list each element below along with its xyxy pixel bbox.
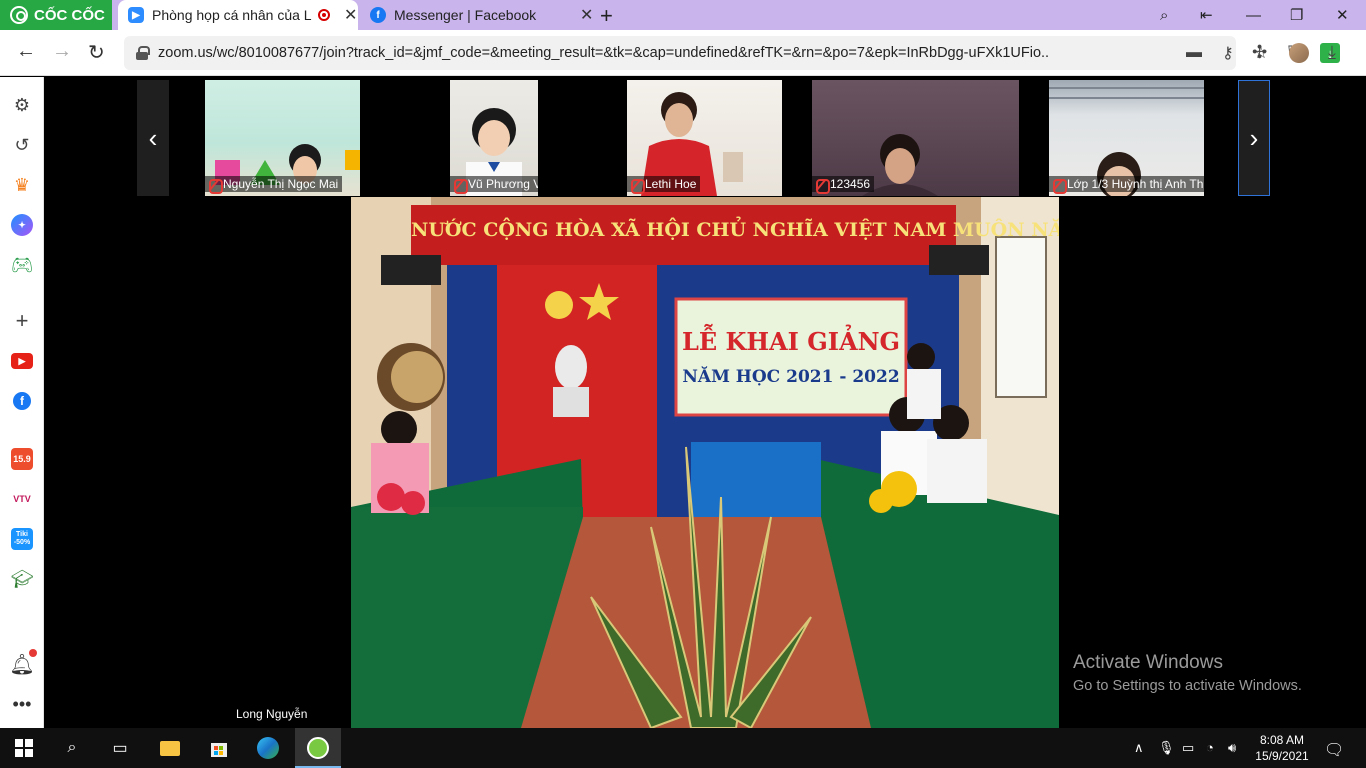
participant-tile[interactable]: Lethi Hoe: [627, 80, 782, 196]
camera-icon[interactable]: ▬: [1186, 44, 1202, 62]
participant-name: Lethi Hoe: [627, 176, 701, 194]
vtv-icon[interactable]: VTV: [11, 488, 33, 510]
search-icon[interactable]: ⌕: [60, 736, 84, 760]
address-bar-row: ← → ↻ zoom.us/wc/8010087677/join?track_i…: [0, 30, 1366, 76]
browser-sidebar: ⚙ ↺ ♛ ✦ 🎮︎ + ▶ f 15.9 VTV Tiki -50% 🎓︎ 🔔…: [0, 77, 44, 728]
close-window-button[interactable]: ✕: [1336, 0, 1349, 30]
task-view-icon[interactable]: ▭: [108, 736, 132, 760]
coccoc-logo-icon: [10, 6, 28, 24]
coccoc-icon[interactable]: [306, 736, 330, 760]
speaker-video[interactable]: NƯỚC CỘNG HÒA XÃ HỘI CHỦ NGHĨA VIỆT NAM …: [351, 197, 1059, 728]
more-icon[interactable]: •••: [11, 693, 33, 715]
profile-avatar[interactable]: [1289, 43, 1309, 63]
tab-title: Phòng họp cá nhân của L: [152, 7, 312, 23]
settings-icon[interactable]: ⚙: [11, 94, 33, 116]
bell-icon[interactable]: 🔔︎: [9, 653, 34, 676]
edge-icon[interactable]: [256, 736, 280, 760]
windows-taskbar: ⌕ ▭ ∧ 🎙︎ ▭ ◔ 🔊︎ 8:08 AM 15/9/2021 🗨︎: [0, 728, 1366, 768]
downloads-icon[interactable]: ⤓: [1328, 42, 1336, 63]
battery-icon[interactable]: ▭: [1182, 740, 1194, 756]
brand-label: CỐC CỐC: [34, 6, 105, 24]
microphone-icon[interactable]: 🎙︎: [1158, 740, 1175, 756]
clock-time: 8:08 AM: [1259, 733, 1305, 747]
zoom-icon: ▶: [128, 7, 144, 23]
previous-participants-button[interactable]: ‹: [137, 80, 169, 196]
facebook-icon: f: [370, 7, 386, 23]
back-button[interactable]: ←: [16, 40, 36, 63]
watermark-title: Activate Windows: [1073, 652, 1223, 673]
tab-search-icon[interactable]: ⌕: [1160, 0, 1168, 30]
backdrop-subtitle: NĂM HỌC 2021 - 2022: [682, 367, 900, 387]
reload-button[interactable]: ↻: [88, 40, 105, 65]
close-tab-button[interactable]: ✕: [580, 5, 593, 25]
speaker-name-label: Long Nguyễn: [230, 705, 314, 723]
tab-title: Messenger | Facebook: [394, 7, 537, 23]
banner-text: NƯỚC CỘNG HÒA XÃ HỘI CHỦ NGHĨA VIỆT NAM …: [411, 219, 1059, 241]
forward-button[interactable]: →: [52, 40, 72, 63]
participant-tile[interactable]: Lớp 1/3 Huỳnh thị Anh Thư: [1049, 80, 1204, 196]
speaker-video-scene: [351, 197, 1059, 728]
participant-name: Lớp 1/3 Huỳnh thị Anh Thư: [1049, 176, 1204, 194]
wifi-icon[interactable]: ◔: [1206, 740, 1214, 755]
watermark-subtitle: Go to Settings to activate Windows.: [1073, 678, 1302, 694]
volume-icon[interactable]: 🔊︎: [1228, 740, 1236, 756]
windows-start-icon[interactable]: [12, 736, 36, 760]
notifications-icon[interactable]: 🗨︎: [1324, 740, 1344, 760]
history-icon[interactable]: ↺: [11, 134, 33, 156]
youtube-icon[interactable]: ▶: [11, 350, 33, 372]
url-text: zoom.us/wc/8010087677/join?track_id=&jmf…: [158, 45, 1048, 61]
notification-dot: [29, 649, 37, 657]
participant-tile[interactable]: Vũ Phương Vy 4/4: [450, 80, 538, 196]
hat-icon[interactable]: 🎓︎: [11, 568, 34, 590]
browser-tab-bar: CỐC CỐC ▶ Phòng họp cá nhân của L ✕ f Me…: [0, 0, 1366, 30]
tab-messenger[interactable]: f Messenger | Facebook ✕: [360, 0, 598, 30]
activate-windows-watermark: Activate Windows Go to Settings to activ…: [1073, 652, 1302, 694]
crown-icon[interactable]: ♛: [11, 174, 33, 196]
clock-date: 15/9/2021: [1255, 749, 1309, 763]
extensions-icon[interactable]: ✣: [1252, 42, 1267, 63]
shopee-icon[interactable]: 15.9: [11, 448, 33, 470]
participant-name: Nguyễn Thị Ngọc Mai: [205, 176, 343, 194]
game-icon[interactable]: 🎮︎: [11, 254, 34, 276]
messenger-icon[interactable]: ✦: [11, 214, 33, 236]
participant-tile[interactable]: 123456: [812, 80, 1019, 196]
key-icon[interactable]: ⚷: [1222, 43, 1234, 63]
store-icon[interactable]: [207, 736, 231, 760]
coccoc-logo[interactable]: CỐC CỐC: [0, 0, 112, 30]
back-all-icon[interactable]: ⇤: [1200, 0, 1213, 30]
file-explorer-icon[interactable]: [158, 736, 182, 760]
restore-button[interactable]: ❐: [1290, 0, 1303, 30]
add-icon[interactable]: +: [11, 308, 33, 333]
new-tab-button[interactable]: +: [600, 3, 613, 29]
participant-name: 123456: [812, 176, 875, 194]
facebook-icon[interactable]: f: [11, 390, 33, 412]
recording-icon: [318, 9, 330, 21]
url-field[interactable]: zoom.us/wc/8010087677/join?track_id=&jmf…: [124, 36, 1341, 70]
zoom-meeting-area: ‹ Nguyễn Thị Ngọc Mai Vũ Phương Vy 4/4 L…: [44, 77, 1366, 728]
next-participants-button[interactable]: ›: [1238, 80, 1270, 196]
tab-zoom-meeting[interactable]: ▶ Phòng họp cá nhân của L ✕: [118, 0, 358, 30]
tiki-icon[interactable]: Tiki -50%: [11, 528, 33, 550]
participant-name: Vũ Phương Vy 4/4: [450, 176, 538, 194]
backdrop-title: LỄ KHAI GIẢNG: [681, 327, 901, 356]
lock-icon: [136, 46, 150, 60]
participant-tile[interactable]: Nguyễn Thị Ngọc Mai: [205, 80, 360, 196]
show-hidden-icons[interactable]: ∧: [1134, 740, 1144, 756]
minimize-button[interactable]: —: [1246, 0, 1261, 30]
close-tab-button[interactable]: ✕: [344, 5, 357, 25]
system-clock[interactable]: 8:08 AM 15/9/2021: [1252, 732, 1312, 764]
